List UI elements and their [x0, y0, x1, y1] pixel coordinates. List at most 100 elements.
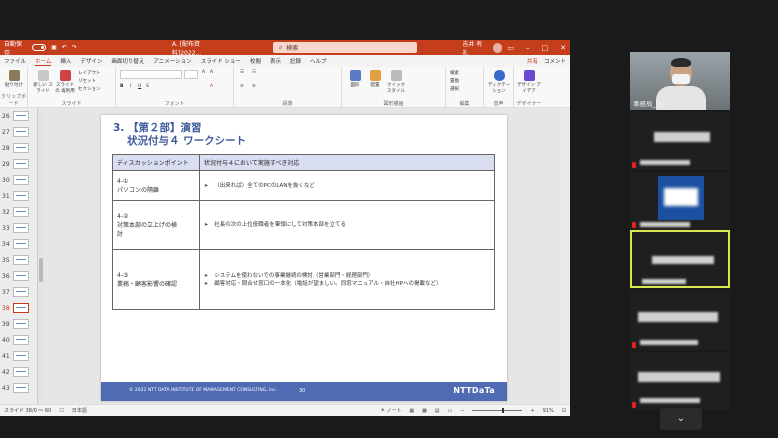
slide-thumbnail[interactable]: 42 [2, 366, 36, 378]
autosave-toggle[interactable] [32, 44, 47, 51]
slide-thumbnail[interactable]: 30 [2, 174, 36, 186]
participant-tile[interactable] [630, 352, 730, 410]
slide-thumbnail[interactable]: 37 [2, 286, 36, 298]
accessibility-icon[interactable]: ☐ [59, 408, 63, 414]
tab-transitions[interactable]: 画面切り替え [111, 57, 144, 65]
tab-view[interactable]: 表示 [270, 57, 281, 65]
section-button[interactable]: セクション [78, 86, 101, 92]
table-row: 4-① パソコンの隔離 （出来れば）全てのPCのLANを抜くなど [112, 170, 495, 201]
blurred-name [640, 222, 690, 227]
slide-thumbnail[interactable]: 39 [2, 318, 36, 330]
scrollbar-thumb[interactable] [39, 258, 43, 282]
reuse-slide-button[interactable]: スライドの 再利用 [54, 70, 76, 94]
tab-insert[interactable]: 挿入 [60, 57, 71, 65]
align-left-icon[interactable]: ≡ [240, 84, 244, 89]
tab-slideshow[interactable]: スライド ショー [201, 57, 241, 65]
slide-thumbnail[interactable]: 41 [2, 350, 36, 362]
new-slide-button[interactable]: 新しい スライド [32, 70, 54, 94]
bullets-icon[interactable]: ☰ [240, 70, 244, 75]
slide-thumbnail[interactable]: 33 [2, 222, 36, 234]
slide-thumbnail[interactable]: 34 [2, 238, 36, 250]
zoom-slider[interactable] [472, 408, 523, 413]
underline-icon[interactable]: U [138, 84, 141, 89]
comment-button[interactable]: コメント [544, 57, 566, 65]
normal-view-icon[interactable]: ▦ [409, 408, 414, 414]
worksheet-table: ディスカッションポイント 状況付与４において実施すべき対応 4-① パソコンの隔… [112, 154, 495, 310]
font-color-icon[interactable]: A [210, 84, 213, 89]
sorter-view-icon[interactable]: ▩ [422, 408, 427, 414]
slide-thumbnail[interactable]: 32 [2, 206, 36, 218]
slide-thumbnail-selected[interactable]: 38 [2, 302, 36, 314]
zoom-out-icon[interactable]: − [460, 408, 464, 414]
language-indicator[interactable]: 日本語 [72, 407, 87, 414]
participant-tile[interactable] [630, 172, 730, 230]
shrink-font-icon[interactable]: A [210, 70, 213, 75]
grow-font-icon[interactable]: A [202, 70, 205, 75]
slide-thumbnail[interactable]: 26 [2, 110, 36, 122]
slide-thumbnail[interactable]: 40 [2, 334, 36, 346]
group-label: スライド [61, 101, 82, 107]
undo-icon[interactable]: ↶ [62, 44, 67, 51]
participant-tile-active-speaker[interactable] [630, 230, 730, 288]
ribbon: 貼り付け クリップボード 新しい スライド スライドの 再利用 レイアウト リセ… [0, 67, 570, 108]
reset-button[interactable]: リセット [78, 78, 96, 84]
slide-thumbnail[interactable]: 36 [2, 270, 36, 282]
maximize-icon[interactable]: □ [542, 44, 549, 52]
slide[interactable]: 3. 【第２部】演習 状況付与４ ワークシート ディスカッションポイント 状況付… [101, 115, 507, 401]
notes-button[interactable]: ≜ ノート [381, 407, 402, 414]
close-icon[interactable]: ✕ [560, 44, 566, 52]
zoom-level[interactable]: 91% [543, 408, 554, 414]
italic-icon[interactable]: I [130, 84, 131, 89]
share-button[interactable]: 共有 [527, 57, 538, 65]
minimize-icon[interactable]: – [526, 44, 530, 52]
fit-slide-icon[interactable]: ⊡ [562, 408, 566, 414]
user-avatar[interactable] [492, 42, 503, 53]
save-icon[interactable]: ▣ [51, 44, 57, 51]
select-button[interactable]: 選択 [450, 86, 459, 92]
slide-thumbnail[interactable]: 27 [2, 126, 36, 138]
slide-thumbnail[interactable]: 43 [2, 382, 36, 394]
dictate-button[interactable]: ディクテーション [486, 70, 512, 94]
search-box[interactable]: ⌕ 検索 [272, 42, 418, 53]
reading-view-icon[interactable]: ▤ [435, 408, 440, 414]
slideshow-view-icon[interactable]: ▭ [448, 408, 453, 414]
group-paragraph: ☰ ☷ ≡ ≡ 段落 [234, 67, 342, 108]
participant-tile[interactable] [630, 292, 730, 350]
tab-file[interactable]: ファイル [4, 57, 26, 65]
blurred-name [638, 312, 718, 322]
redo-icon[interactable]: ↷ [72, 44, 77, 51]
tab-home[interactable]: ホーム [35, 57, 52, 66]
quick-style-button[interactable]: クイック スタイル [386, 70, 406, 94]
microphone-icon [493, 70, 505, 81]
tab-animations[interactable]: アニメーション [153, 57, 191, 65]
chevron-down-icon[interactable]: ⌄ [660, 408, 702, 430]
align-center-icon[interactable]: ≡ [252, 84, 256, 89]
slide-thumbnail[interactable]: 28 [2, 142, 36, 154]
font-family-select[interactable] [120, 70, 182, 79]
blurred-name [654, 132, 710, 142]
group-clipboard: 貼り付け クリップボード [0, 67, 28, 108]
zoom-in-icon[interactable]: + [530, 408, 534, 414]
participant-tile[interactable] [630, 112, 730, 170]
slide-thumbnail[interactable]: 35 [2, 254, 36, 266]
shapes-button[interactable]: 図形 [346, 70, 364, 88]
tab-record[interactable]: 記録 [290, 57, 301, 65]
tab-review[interactable]: 校閲 [250, 57, 261, 65]
numbering-icon[interactable]: ☷ [252, 70, 256, 75]
bold-icon[interactable]: B [120, 84, 123, 89]
tab-design[interactable]: デザイン [80, 57, 102, 65]
shadow-icon[interactable]: S [146, 84, 149, 89]
find-button[interactable]: 検索 [450, 70, 459, 76]
ribbon-display-icon[interactable]: ▭ [507, 44, 514, 52]
tab-help[interactable]: ヘルプ [310, 57, 327, 65]
participant-tile[interactable]: 事務局_田中 [630, 52, 730, 110]
paste-button[interactable]: 貼り付け [2, 70, 26, 88]
slide-thumbnail[interactable]: 29 [2, 158, 36, 170]
slide-scrollbar[interactable] [561, 108, 570, 404]
arrange-button[interactable]: 配置 [366, 70, 384, 88]
replace-button[interactable]: 置換 [450, 78, 459, 84]
designer-button[interactable]: デザイン アイデア [516, 70, 542, 94]
layout-button[interactable]: レイアウト [78, 70, 101, 76]
font-size-select[interactable] [184, 70, 198, 79]
slide-thumbnail[interactable]: 31 [2, 190, 36, 202]
